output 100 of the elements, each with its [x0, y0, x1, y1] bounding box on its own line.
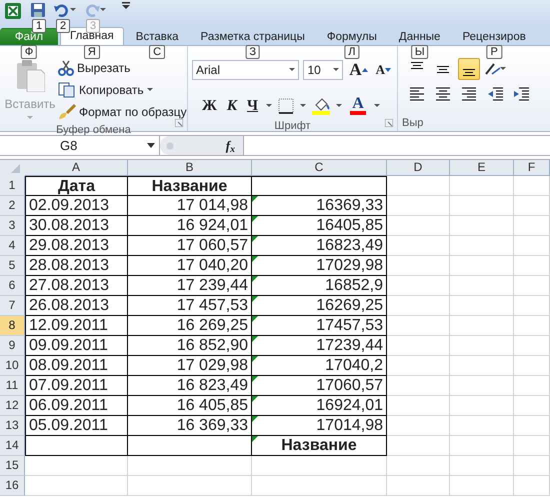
table-cell[interactable]: 17040,2 — [252, 356, 387, 376]
table-cell[interactable]: 05.09.2011 — [25, 416, 128, 436]
caret-icon[interactable] — [374, 104, 380, 108]
table-cell[interactable]: 16405,85 — [252, 216, 387, 236]
underline-button[interactable]: Ч — [245, 94, 260, 118]
table-cell[interactable]: 09.09.2011 — [25, 336, 128, 356]
ribbon-tab[interactable]: Разметка страницы — [190, 28, 315, 45]
table-cell[interactable]: 28.08.2013 — [25, 256, 128, 276]
table-cell[interactable]: 17 457,53 — [128, 296, 252, 316]
grow-font-button[interactable]: A — [347, 56, 370, 84]
table-cell[interactable] — [128, 436, 252, 456]
column-header[interactable]: D — [387, 160, 450, 176]
caret-icon[interactable] — [266, 104, 272, 108]
table-cell[interactable]: 17060,57 — [252, 376, 387, 396]
italic-button[interactable]: К — [224, 94, 240, 118]
column-header[interactable]: E — [450, 160, 514, 176]
text-orientation-icon[interactable] — [484, 62, 506, 76]
align-center-icon[interactable] — [435, 86, 451, 102]
row-header[interactable]: 6 — [0, 276, 25, 296]
table-cell[interactable]: 07.09.2011 — [25, 376, 128, 396]
row-header[interactable]: 14 — [0, 436, 25, 456]
cut-button[interactable]: Вырезать — [56, 58, 189, 78]
row-header[interactable]: 11 — [0, 376, 25, 396]
table-cell[interactable]: 17 040,20 — [128, 256, 252, 276]
table-cell[interactable]: 17014,98 — [252, 416, 387, 436]
copy-button[interactable]: Копировать — [56, 80, 189, 100]
bold-button[interactable]: Ж — [200, 94, 219, 118]
dialog-launcher-icon[interactable] — [385, 119, 393, 127]
row-header[interactable]: 13 — [0, 416, 25, 436]
row-header[interactable]: 12 — [0, 396, 25, 416]
table-cell[interactable]: 12.09.2011 — [25, 316, 128, 336]
ribbon-tab[interactable]: Формулы — [316, 28, 387, 45]
table-cell[interactable]: 16 823,49 — [128, 376, 252, 396]
font-color-button[interactable]: A — [348, 96, 368, 116]
ribbon-tab[interactable]: Рецензиров — [452, 28, 536, 45]
table-cell[interactable]: Название — [252, 436, 387, 456]
caret-icon[interactable] — [289, 68, 296, 72]
dialog-launcher-icon[interactable] — [175, 119, 183, 127]
row-header[interactable]: 7 — [0, 296, 25, 316]
up-triangle-icon[interactable] — [362, 68, 368, 72]
caret-icon[interactable] — [147, 143, 155, 148]
table-cell[interactable]: Дата — [25, 176, 128, 196]
spreadsheet-logo-icon[interactable] — [4, 2, 22, 20]
row-header[interactable]: 15 — [0, 456, 25, 476]
table-cell[interactable]: 16 852,90 — [128, 336, 252, 356]
column-header[interactable]: F — [514, 160, 550, 176]
row-header[interactable]: 5 — [0, 256, 25, 276]
column-header[interactable]: C — [252, 160, 387, 176]
table-cell[interactable]: 17 014,98 — [128, 196, 252, 216]
format-painter-button[interactable]: Формат по образцу — [56, 102, 189, 122]
table-cell[interactable]: 16823,49 — [252, 236, 387, 256]
table-cell[interactable]: 02.09.2013 — [25, 196, 128, 216]
row-header[interactable]: 10 — [0, 356, 25, 376]
name-box[interactable]: G8 — [0, 136, 160, 155]
table-cell[interactable]: 17457,53 — [252, 316, 387, 336]
caret-icon[interactable] — [333, 68, 340, 72]
align-left-icon[interactable] — [409, 86, 425, 102]
table-cell[interactable] — [25, 436, 128, 456]
insert-function-button[interactable]: f$_{x}$ — [224, 134, 237, 156]
ribbon-tab[interactable]: Файл — [0, 28, 58, 45]
table-cell[interactable]: 16 369,33 — [128, 416, 252, 436]
font-name-field[interactable]: Arial — [192, 60, 300, 80]
row-header[interactable]: 2 — [0, 196, 25, 216]
caret-icon[interactable] — [146, 88, 153, 92]
caret-icon[interactable] — [100, 8, 106, 12]
table-cell[interactable]: 30.08.2013 — [25, 216, 128, 236]
customize-icon[interactable] — [122, 2, 130, 10]
table-cell[interactable]: 29.08.2013 — [25, 236, 128, 256]
column-header[interactable]: B — [128, 160, 252, 176]
splitter-handle-icon[interactable] — [166, 142, 174, 150]
row-header[interactable]: 16 — [0, 476, 25, 496]
table-cell[interactable]: 17239,44 — [252, 336, 387, 356]
caret-icon[interactable] — [300, 104, 306, 108]
table-cell[interactable]: 06.09.2011 — [25, 396, 128, 416]
table-cell[interactable] — [252, 176, 387, 196]
table-cell[interactable]: 16852,9 — [252, 276, 387, 296]
column-header[interactable]: A — [25, 160, 128, 176]
row-header[interactable]: 8 — [0, 316, 25, 336]
down-triangle-icon[interactable] — [385, 68, 391, 72]
vertical-align-button[interactable] — [458, 58, 480, 80]
shrink-font-button[interactable]: A — [374, 59, 393, 80]
row-header[interactable]: 9 — [0, 336, 25, 356]
increase-indent-icon[interactable] — [513, 86, 529, 102]
table-cell[interactable]: 17 239,44 — [128, 276, 252, 296]
table-cell[interactable]: 16369,33 — [252, 196, 387, 216]
table-cell[interactable]: 16 405,85 — [128, 396, 252, 416]
row-header[interactable]: 3 — [0, 216, 25, 236]
table-cell[interactable]: 17029,98 — [252, 256, 387, 276]
table-cell[interactable]: 08.09.2011 — [25, 356, 128, 376]
font-size-field[interactable]: 10 — [303, 60, 344, 80]
ribbon-tab[interactable]: Вставка — [126, 28, 189, 45]
table-cell[interactable]: Название — [128, 176, 252, 196]
undo-icon[interactable] — [54, 2, 70, 18]
table-cell[interactable]: 27.08.2013 — [25, 276, 128, 296]
row-header[interactable]: 1 — [0, 176, 25, 196]
caret-icon[interactable] — [336, 104, 342, 108]
table-cell[interactable]: 17 029,98 — [128, 356, 252, 376]
fill-color-icon[interactable] — [312, 96, 330, 115]
table-cell[interactable]: 16269,25 — [252, 296, 387, 316]
align-right-icon[interactable] — [461, 86, 477, 102]
